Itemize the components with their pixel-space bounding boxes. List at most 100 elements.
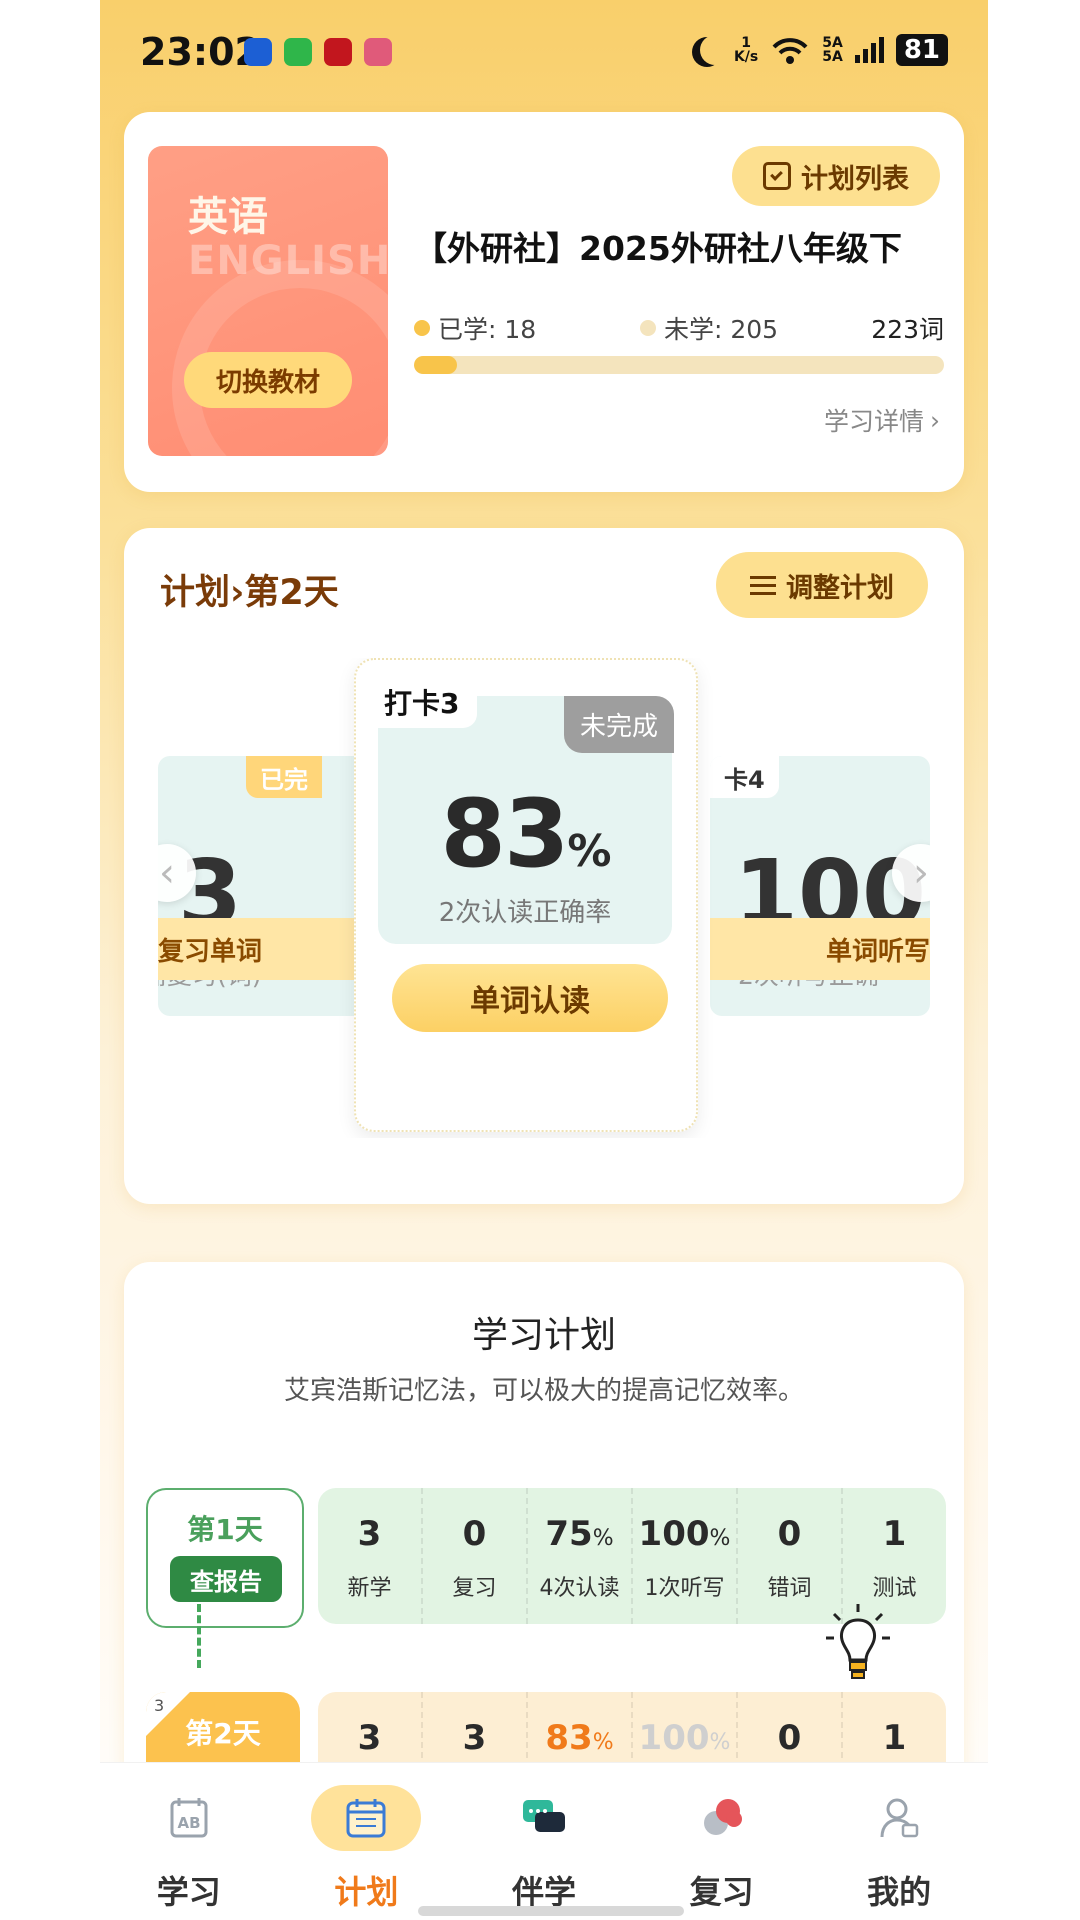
svg-text:AB: AB: [177, 1814, 200, 1832]
task-card-tab: 打卡3: [372, 678, 478, 728]
day-1-box[interactable]: 第1天 查报告: [146, 1488, 304, 1628]
stat-value: 83: [545, 1718, 593, 1758]
adjust-plan-button[interactable]: 调整计划: [716, 552, 928, 618]
stat-unit: %: [709, 1526, 731, 1551]
task-carousel[interactable]: 已完 3 需复习(词) 复习单词 卡4 100 2次听写正确 单词听写 打卡3 …: [158, 658, 930, 1138]
learn-progress-bar: [414, 356, 944, 374]
stat-label: 1次听写: [644, 1576, 725, 1601]
tab-study[interactable]: AB 学习: [100, 1763, 278, 1920]
learned-count: 已学: 18: [438, 315, 537, 344]
status-indicators: 1 K/s 5A 5A 81: [692, 34, 948, 66]
profile-icon: [844, 1785, 954, 1851]
stat-label: 新学: [347, 1576, 392, 1601]
notification-icons: [244, 38, 392, 66]
plan-list-label: 计划列表: [801, 163, 909, 195]
unlearned-count: 未学: 205: [664, 315, 779, 344]
lightbulb-icon[interactable]: [826, 1604, 890, 1690]
app-notification-icon: [244, 38, 272, 66]
stat-unit: %: [709, 1730, 731, 1755]
stat-value: 100: [638, 1514, 710, 1554]
word-reading-button[interactable]: 单词认读: [392, 964, 668, 1032]
tab-companion[interactable]: 伴学: [455, 1763, 633, 1920]
signal-bars-icon: [854, 37, 884, 63]
stat-label: 复习: [452, 1576, 497, 1601]
ab-book-icon: AB: [134, 1785, 244, 1851]
stat-value: 3: [462, 1718, 487, 1758]
stat-label: 4次认读: [539, 1576, 620, 1601]
textbook-cover: 英语 ENGLISH 切换教材: [148, 146, 388, 456]
stat-review: 0 复习: [423, 1488, 528, 1624]
stat-value: 100: [638, 1718, 710, 1758]
textbook-card: 英语 ENGLISH 切换教材 计划列表 【外研社】2025外研社八年级下 已学…: [124, 112, 964, 492]
stat-label: 测试: [872, 1576, 917, 1601]
do-not-disturb-icon: [700, 35, 730, 65]
status-badge: 未完成: [563, 696, 674, 753]
chevron-right-icon: ›: [930, 405, 940, 435]
textbook-title: 【外研社】2025外研社八年级下: [414, 229, 902, 268]
study-detail-label: 学习详情: [823, 407, 924, 436]
signal-label-1: 5A: [822, 35, 843, 51]
accuracy-value: 83%: [378, 780, 672, 889]
chat-icon: [489, 1785, 599, 1851]
study-detail-link[interactable]: 学习详情 ›: [824, 402, 940, 438]
stat-value: 0: [462, 1514, 487, 1554]
plan-list-button[interactable]: 计划列表: [732, 146, 940, 206]
completed-badge: 已完: [246, 756, 322, 798]
study-plan-title: 学习计划: [471, 1315, 616, 1356]
stat-reading: 75% 4次认读: [528, 1488, 633, 1624]
tab-study-label: 学习: [156, 1873, 221, 1911]
day-1-name: 第1天: [187, 1513, 263, 1546]
stat-unit: %: [592, 1730, 614, 1755]
accuracy-unit: %: [567, 826, 611, 877]
signal-label-2: 5A: [822, 49, 843, 65]
timeline-connector: [197, 1604, 201, 1668]
status-time: 23:02: [140, 30, 261, 74]
app-screen: 23:02 1 K/s 5A 5A 81 英语 ENGLISH 切换教材 计划列…: [100, 0, 988, 1920]
switch-textbook-button[interactable]: 切换教材: [184, 352, 352, 408]
home-indicator[interactable]: [418, 1906, 684, 1916]
stat-value: 1: [882, 1514, 907, 1554]
stat-value: 3: [357, 1718, 382, 1758]
status-bar: 23:02 1 K/s 5A 5A 81: [100, 0, 988, 110]
cover-subject: 英语: [188, 194, 268, 240]
tab-plan[interactable]: 计划: [278, 1763, 456, 1920]
app-notification-icon: [324, 38, 352, 66]
word-dictation-label: 单词听写: [710, 918, 930, 980]
signal-label: 5A 5A: [822, 36, 843, 64]
tab-mine-label: 我的: [867, 1873, 932, 1911]
stat-value: 1: [882, 1718, 907, 1758]
stat-value: 75: [545, 1514, 593, 1554]
review-words-label: 复习单词: [158, 918, 378, 980]
net-speed-unit: K/s: [733, 49, 759, 65]
daily-plan-card: 计划›第2天 调整计划 已完 3 需复习(词) 复习单词 卡4 100 2次听写…: [124, 528, 964, 1204]
battery-level: 81: [895, 34, 948, 66]
cover-subject-en: ENGLISH: [188, 238, 388, 284]
stat-unit: %: [592, 1526, 614, 1551]
stat-label: 错词: [767, 1576, 812, 1601]
stat-new: 3 新学: [318, 1488, 423, 1624]
day-2-name: 第2天: [185, 1717, 261, 1750]
task-card-current[interactable]: 打卡3 未完成 83% 2次认读正确率 单词认读: [354, 658, 698, 1132]
calendar-check-icon: [763, 162, 791, 190]
plan-day-title: 计划›第2天: [160, 573, 339, 613]
accuracy-number: 83: [440, 780, 570, 889]
unlearned-stat: 未学: 205: [640, 310, 778, 346]
total-words: 223词: [871, 315, 944, 344]
study-plan-subtitle: 艾宾浩斯记忆法，可以极大的提高记忆效率。: [283, 1376, 804, 1406]
net-speed-value: 1: [741, 35, 751, 51]
view-report-button[interactable]: 查报告: [170, 1556, 282, 1602]
stat-value: 3: [357, 1514, 382, 1554]
stat-value: 0: [777, 1718, 802, 1758]
wechat-icon: [284, 38, 312, 66]
accuracy-label: 2次认读正确率: [438, 898, 612, 928]
network-speed: 1 K/s: [734, 36, 758, 64]
adjust-plan-label: 调整计划: [786, 572, 894, 604]
tab-review[interactable]: 复习: [633, 1763, 811, 1920]
tab-mine[interactable]: 我的: [810, 1763, 988, 1920]
learned-dot-icon: [414, 320, 430, 336]
unlearned-dot-icon: [640, 320, 656, 336]
app-notification-icon: [364, 38, 392, 66]
next-card-tab: 卡4: [710, 756, 779, 798]
wifi-icon: [772, 38, 808, 64]
bottom-tab-bar: AB 学习 计划 伴学 复习 我的: [100, 1762, 988, 1920]
